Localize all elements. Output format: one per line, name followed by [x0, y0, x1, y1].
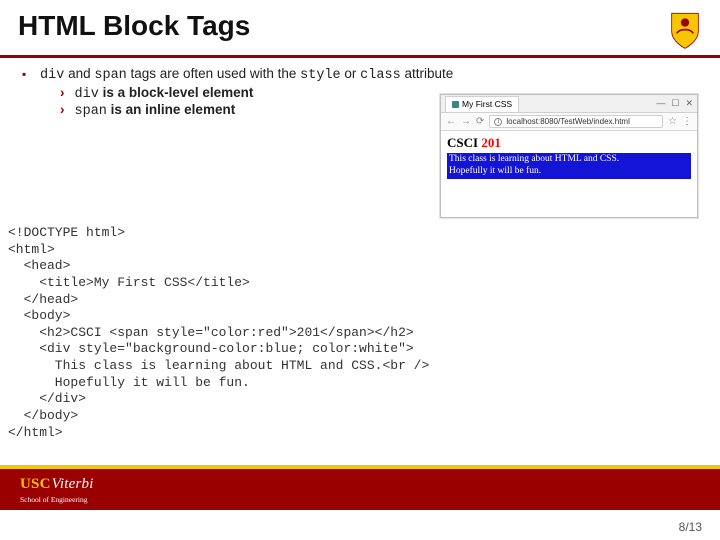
bookmark-star-icon[interactable]: ☆ — [668, 116, 677, 127]
forward-icon[interactable]: → — [461, 116, 471, 127]
browser-tabstrip: My First CSS — ☐ ✕ — [441, 95, 697, 113]
footer-logo: USCViterbi School of Engineering — [20, 476, 94, 504]
code-span: span — [94, 68, 126, 83]
footer-bar: USCViterbi School of Engineering — [0, 465, 720, 510]
page-number: 8/13 — [679, 520, 702, 534]
tab-title: My First CSS — [462, 99, 512, 109]
close-icon[interactable]: ✕ — [685, 98, 693, 109]
site-info-icon[interactable]: i — [494, 118, 502, 126]
reload-icon[interactable]: ⟳ — [476, 116, 484, 127]
page-heading: CSCI 201 — [447, 135, 691, 151]
slide-title: HTML Block Tags — [18, 10, 250, 42]
maximize-icon[interactable]: ☐ — [671, 98, 679, 109]
browser-viewport: CSCI 201 This class is learning about HT… — [441, 131, 697, 183]
code-div: div — [40, 68, 64, 83]
window-controls: — ☐ ✕ — [656, 98, 693, 109]
minimize-icon[interactable]: — — [656, 98, 665, 109]
browser-window: My First CSS — ☐ ✕ ← → ⟳ i localhost:808… — [440, 94, 698, 218]
code-style: style — [300, 68, 341, 83]
code-example: <!DOCTYPE html> <html> <head> <title>My … — [8, 225, 429, 441]
footer-subtitle: School of Engineering — [20, 495, 94, 504]
back-icon[interactable]: ← — [446, 116, 456, 127]
title-bar: HTML Block Tags — [0, 0, 720, 58]
page-blue-div: This class is learning about HTML and CS… — [447, 153, 691, 179]
browser-tab[interactable]: My First CSS — [445, 96, 519, 112]
url-text: localhost:8080/TestWeb/index.html — [506, 117, 629, 126]
slide: HTML Block Tags div and span tags are of… — [0, 0, 720, 540]
address-bar[interactable]: i localhost:8080/TestWeb/index.html — [489, 115, 663, 128]
code-class: class — [360, 68, 401, 83]
favicon-icon — [452, 101, 459, 108]
menu-icon[interactable]: ⋮ — [682, 116, 692, 127]
browser-toolbar: ← → ⟳ i localhost:8080/TestWeb/index.htm… — [441, 113, 697, 131]
usc-shield-icon — [668, 10, 702, 50]
